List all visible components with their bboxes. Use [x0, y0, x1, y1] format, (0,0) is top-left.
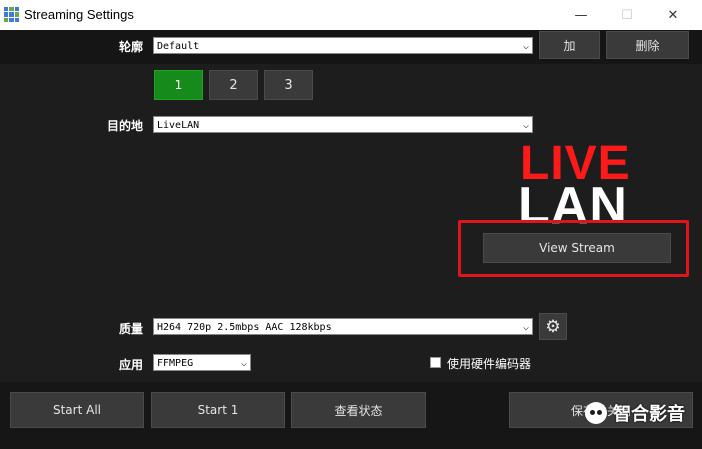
chevron-down-icon: ⌵ [522, 120, 529, 131]
view-status-button[interactable]: 查看状态 [291, 392, 426, 428]
profile-value: Default [157, 41, 200, 52]
minimize-icon: — [574, 7, 588, 23]
close-icon: ✕ [667, 7, 679, 23]
add-profile-button[interactable]: 加 [539, 31, 600, 59]
hardware-encoder-label: 使用硬件编码器 [447, 357, 532, 371]
minimize-button[interactable]: — [558, 0, 604, 30]
tab-3[interactable]: 3 [264, 70, 313, 100]
quality-label: 质量 [118, 322, 143, 336]
destination-label: 目的地 [106, 119, 143, 133]
maximize-icon: ☐ [621, 7, 633, 23]
tab-2[interactable]: 2 [209, 70, 258, 100]
hardware-encoder-checkbox[interactable] [430, 357, 441, 368]
window-title: Streaming Settings [24, 7, 134, 22]
delete-profile-button[interactable]: 删除 [606, 31, 689, 59]
destination-select[interactable]: LiveLAN ⌵ [153, 116, 533, 133]
maximize-button[interactable]: ☐ [604, 0, 650, 30]
profile-label: 轮廓 [118, 40, 143, 54]
quality-settings-button[interactable]: ⚙ [539, 313, 567, 340]
gear-icon: ⚙ [545, 316, 561, 337]
app-grid-icon [4, 7, 19, 22]
destination-value: LiveLAN [157, 120, 200, 131]
highlight-box [458, 220, 689, 277]
quality-select[interactable]: H264 720p 2.5mbps AAC 128kbps ⌵ [153, 318, 533, 335]
application-select[interactable]: FFMPEG ⌵ [153, 354, 251, 371]
chevron-down-icon: ⌵ [522, 322, 529, 333]
quality-value: H264 720p 2.5mbps AAC 128kbps [157, 322, 332, 333]
application-value: FFMPEG [157, 358, 194, 369]
chevron-down-icon: ⌵ [240, 358, 247, 369]
wechat-icon [585, 402, 607, 424]
start-1-button[interactable]: Start 1 [151, 392, 285, 428]
tab-1[interactable]: 1 [154, 70, 203, 100]
watermark-text: 智合影音 [613, 404, 685, 425]
application-label: 应用 [118, 358, 143, 372]
start-all-button[interactable]: Start All [10, 392, 144, 428]
close-button[interactable]: ✕ [650, 0, 696, 30]
chevron-down-icon: ⌵ [522, 41, 529, 52]
watermark: 智合影音 [585, 400, 685, 426]
profile-select[interactable]: Default ⌵ [153, 37, 533, 54]
